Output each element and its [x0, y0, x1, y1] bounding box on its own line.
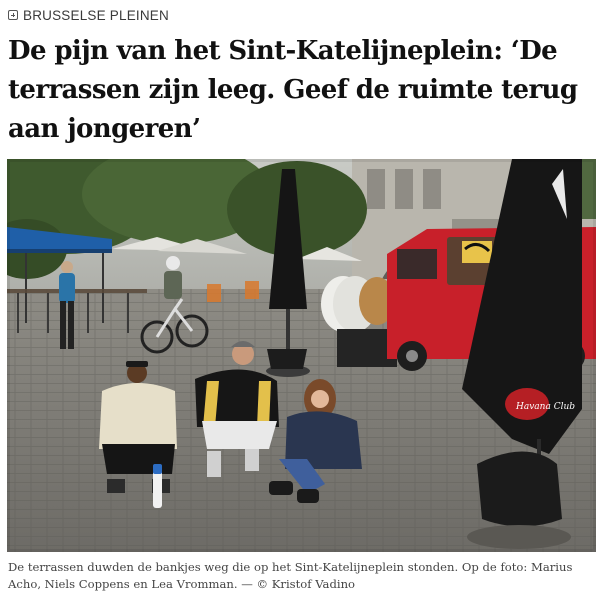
article-headline: De pijn van het Sint-Katelijneplein: ‘De…	[8, 36, 578, 144]
photo-caption: De terrassen duwden de bankjes weg die o…	[8, 560, 573, 591]
section-label: BRUSSELSE PLEINEN	[23, 7, 169, 23]
article: BRUSSELSE PLEINEN De pijn van het Sint-K…	[0, 0, 603, 604]
photo-illustration: Havana Club	[7, 159, 596, 552]
plus-square-icon	[8, 10, 18, 20]
section-link[interactable]: BRUSSELSE PLEINEN	[8, 6, 169, 24]
umbrella-brand-text: Havana Club	[515, 402, 575, 412]
article-photo[interactable]: Havana Club	[7, 159, 596, 552]
